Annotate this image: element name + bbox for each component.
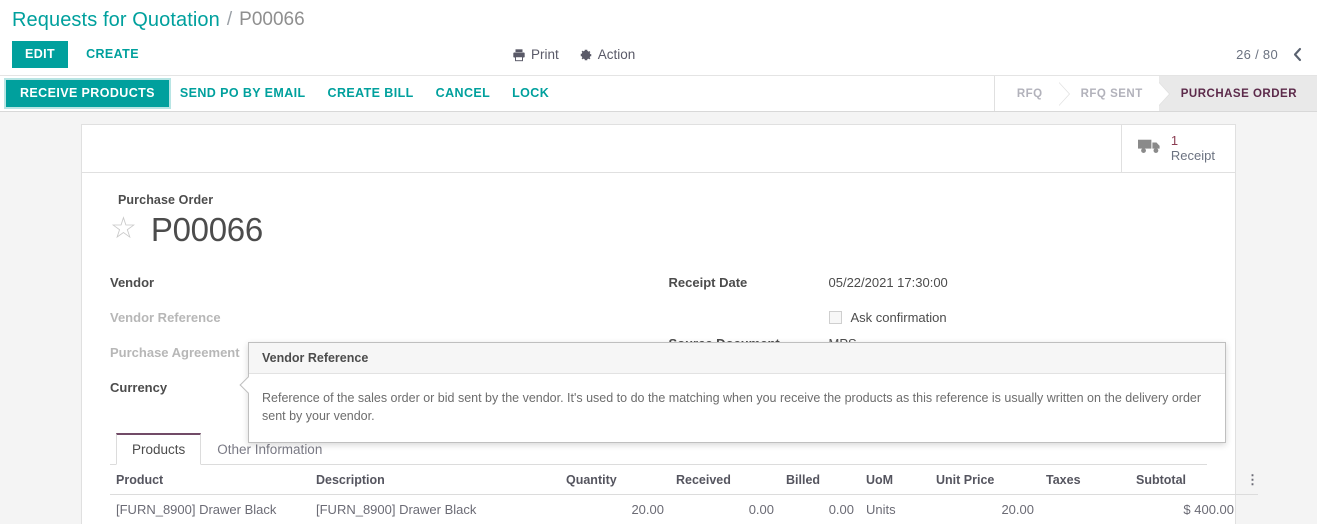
edit-button[interactable]: EDIT [12,41,69,68]
column-header-subtotal[interactable]: Subtotal [1130,465,1240,495]
cell-uom[interactable]: Units [860,494,930,524]
status-pipeline: RFQ RFQ SENT PURCHASE ORDER [993,76,1317,111]
table-row[interactable]: [FURN_8900] Drawer Black [FURN_8900] Dra… [110,494,1258,524]
tooltip-title: Vendor Reference [249,343,1225,374]
column-header-billed[interactable]: Billed [780,465,860,495]
send-po-by-email-button[interactable]: SEND PO BY EMAIL [169,80,317,107]
breadcrumb-root-link[interactable]: Requests for Quotation [12,9,220,32]
receipt-label: Receipt [1170,147,1215,163]
stage-purchase-order[interactable]: PURCHASE ORDER [1158,76,1317,111]
print-menu[interactable]: Print [512,47,559,62]
control-panel: EDIT CREATE Print Action 26 / 80 [0,34,1317,75]
column-options-toggle[interactable]: ⋮ [1240,465,1259,495]
field-vendor-reference-label: Vendor Reference [110,310,221,325]
stage-rfq-sent[interactable]: RFQ SENT [1058,76,1170,111]
field-vendor-reference-row: Vendor Reference [110,310,659,334]
field-receipt-date-row: Receipt Date 05/22/2021 17:30:00 [669,275,1208,299]
lock-button[interactable]: LOCK [501,80,560,107]
ask-confirmation-label: Ask confirmation [850,310,947,325]
field-vendor-row: Vendor [110,275,659,299]
gear-icon [579,48,593,62]
column-header-description[interactable]: Description [310,465,560,495]
column-header-received[interactable]: Received [670,465,780,495]
column-header-quantity[interactable]: Quantity [560,465,670,495]
action-label: Action [597,47,636,62]
column-header-product[interactable]: Product [110,465,310,495]
cancel-button[interactable]: CANCEL [425,80,501,107]
field-tooltip-popover: Vendor Reference Reference of the sales … [239,342,1226,444]
column-header-unit-price[interactable]: Unit Price [930,465,1040,495]
print-label: Print [531,47,559,62]
cell-taxes[interactable] [1040,494,1130,524]
cell-billed[interactable]: 0.00 [780,494,860,524]
cell-received[interactable]: 0.00 [670,494,780,524]
table-header-row: Product Description Quantity Received Bi… [110,465,1259,495]
record-subtitle: Purchase Order [118,193,214,207]
notebook: Products Other Information Product Descr… [110,433,1259,524]
printer-icon [512,48,526,62]
cell-options [1240,494,1258,524]
smart-button-box: 1 Receipt [82,125,1235,173]
chevron-left-icon[interactable] [1292,47,1303,62]
breadcrumb-current: P00066 [239,9,305,30]
cell-product[interactable]: [FURN_8900] Drawer Black [110,494,310,524]
cell-subtotal[interactable]: $ 400.00 [1130,494,1240,524]
form-view-body: 1 Receipt Purchase Order ☆ P00066 Vendor [0,112,1317,524]
receipt-count: 1 [1170,132,1179,148]
star-outline-icon[interactable]: ☆ [110,214,137,244]
stage-rfq[interactable]: RFQ [994,76,1070,111]
field-vendor-label: Vendor [110,275,155,290]
field-receipt-date-value[interactable]: 05/22/2021 17:30:00 [829,275,948,290]
cell-unit-price[interactable]: 20.00 [930,494,1040,524]
column-header-uom[interactable]: UoM [860,465,930,495]
order-lines-table: Product Description Quantity Received Bi… [110,465,1259,524]
breadcrumb: Requests for Quotation / P00066 [0,0,1317,34]
action-menu[interactable]: Action [579,47,636,62]
receipt-smart-button[interactable]: 1 Receipt [1120,125,1235,172]
field-receipt-date-label: Receipt Date [668,275,748,290]
truck-icon [1137,137,1162,160]
control-panel-center-actions: Print Action [512,47,635,62]
create-button[interactable]: CREATE [74,41,151,68]
cell-description[interactable]: [FURN_8900] Drawer Black [310,494,560,524]
receive-products-button[interactable]: RECEIVE PRODUCTS [6,80,169,107]
pager: 26 / 80 [1236,47,1303,62]
field-purchase-agreement-label: Purchase Agreement [110,345,240,360]
cell-quantity[interactable]: 20.00 [560,494,670,524]
field-ask-confirmation-row: Ask confirmation [828,310,1208,325]
ask-confirmation-checkbox[interactable] [828,311,842,324]
tab-products[interactable]: Products [116,433,202,465]
page-title: P00066 [150,211,263,248]
create-bill-button[interactable]: CREATE BILL [317,80,425,107]
breadcrumb-separator: / [226,9,233,30]
record-title-row: ☆ P00066 [110,211,1207,249]
form-sheet: 1 Receipt Purchase Order ☆ P00066 Vendor [81,124,1259,524]
column-header-taxes[interactable]: Taxes [1040,465,1130,495]
tooltip-body: Reference of the sales order or bid sent… [262,391,1202,424]
vertical-dots-icon: ⋮ [1246,472,1259,487]
statusbar: RECEIVE PRODUCTS SEND PO BY EMAIL CREATE… [0,75,1317,112]
pager-counter: 26 / 80 [1236,47,1278,62]
